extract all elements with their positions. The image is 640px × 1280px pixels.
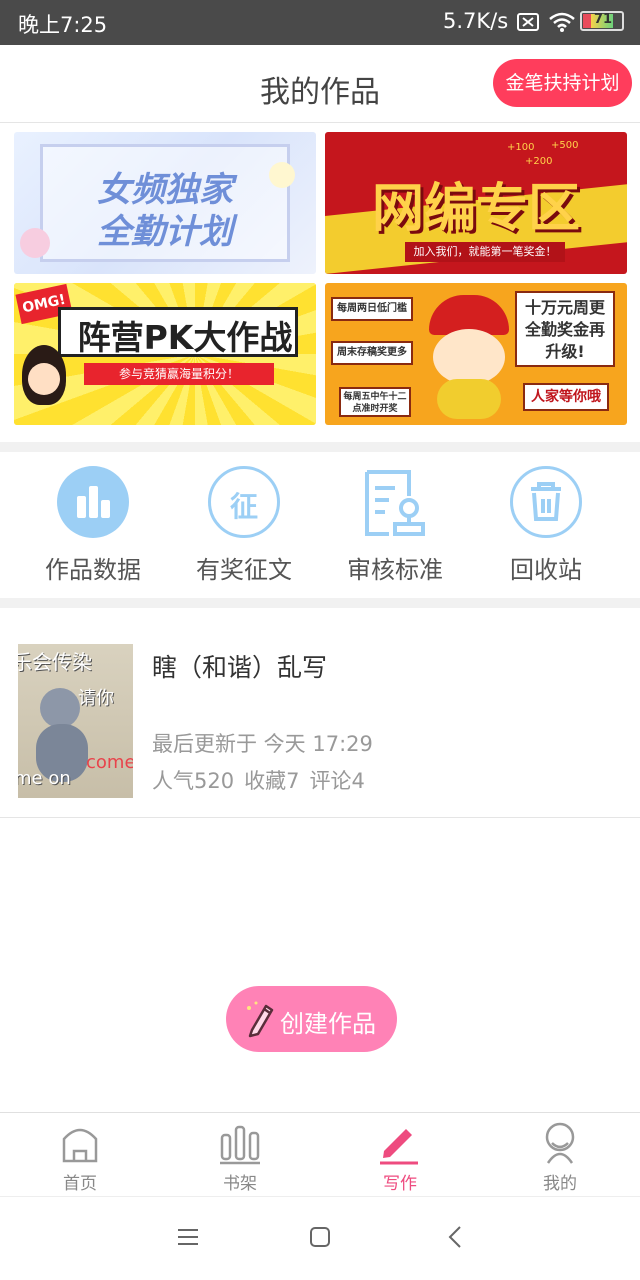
gold-pen-plan-button[interactable]: 金笔扶持计划	[493, 59, 632, 107]
favorites-count: 收藏7	[244, 769, 300, 793]
bonus-badge: +200	[525, 156, 553, 167]
bookshelf-icon	[220, 1125, 260, 1165]
home-icon	[62, 1128, 98, 1163]
banner-label: 周末存稿奖更多	[331, 341, 413, 365]
flower-decoration	[269, 162, 295, 188]
banner-footer: 人家等你哦	[523, 383, 609, 411]
bonus-badge: +100	[507, 142, 535, 153]
contest-icon: 征	[208, 466, 280, 538]
tab-bookshelf[interactable]: 书架	[160, 1113, 320, 1197]
wifi-icon	[549, 12, 575, 32]
work-title[interactable]: 瞎（和谐）乱写	[152, 648, 327, 684]
banner-headline: 十万元周更全勤奖金再升级!	[515, 291, 615, 367]
create-work-label: 创建作品	[280, 1010, 376, 1038]
menu-icon[interactable]	[176, 1225, 200, 1249]
feature-grid: 作品数据 征 有奖征文 审核标准 回收站	[0, 452, 640, 598]
network-speed: 5.7K/s	[443, 9, 509, 33]
sim-off-icon	[517, 13, 539, 31]
camp-pk-banner[interactable]: OMG! 阵营PK大作战 参与竞猜赢海量积分！	[14, 283, 316, 425]
feature-label: 作品数据	[45, 556, 141, 584]
cat-head	[40, 688, 80, 728]
feature-label: 有奖征文	[196, 556, 292, 584]
work-cover-image[interactable]: 乐会传染 请你 come me on	[18, 644, 133, 798]
female-exclusive-banner[interactable]: 女频独家 全勤计划	[14, 132, 316, 274]
banner-label: 每周五中午十二点准时开奖	[339, 387, 411, 417]
status-bar: 晚上7:25 5.7K/s 71	[0, 0, 640, 45]
tab-home[interactable]: 首页	[0, 1113, 160, 1197]
pencil-icon	[247, 1001, 274, 1038]
emperor-robe	[437, 379, 501, 419]
feature-review-standard[interactable]: 审核标准	[320, 466, 470, 585]
feature-label: 回收站	[510, 556, 582, 584]
profile-icon	[545, 1122, 575, 1164]
weekly-bonus-banner[interactable]: 每周两日低门槛 周末存稿奖更多 每周五中午十二点准时开奖 十万元周更全勤奖金再升…	[325, 283, 627, 425]
create-work-button[interactable]: 创建作品	[226, 986, 397, 1052]
feature-contest[interactable]: 征 有奖征文	[169, 466, 319, 585]
emperor-face	[433, 329, 505, 385]
popularity-count: 人气520	[152, 769, 235, 793]
status-time: 晚上7:25	[18, 13, 108, 37]
banner-grid: 女频独家 全勤计划 网编专区 加入我们，就能第一笔奖金！ +100 +500 +…	[0, 124, 640, 442]
work-list-item[interactable]: 乐会传染 请你 come me on 瞎（和谐）乱写 最后更新于 今天 17:2…	[0, 608, 640, 818]
tab-label: 书架	[223, 1174, 257, 1194]
tab-write[interactable]: 写作	[320, 1113, 480, 1197]
tab-label: 首页	[63, 1174, 97, 1194]
web-editor-zone-banner[interactable]: 网编专区 加入我们，就能第一笔奖金！ +100 +500 +200	[325, 132, 627, 274]
tab-label: 我的	[543, 1174, 577, 1194]
section-divider	[0, 598, 640, 608]
review-standard-icon	[359, 466, 431, 538]
banner-label: 每周两日低门槛	[331, 297, 413, 321]
section-divider	[0, 442, 640, 452]
cover-caption: 请你	[78, 688, 114, 709]
banner-subline: 加入我们，就能第一笔奖金！	[405, 242, 565, 262]
battery-icon: 71	[580, 11, 624, 31]
home-button-icon[interactable]	[308, 1225, 332, 1249]
banner-headline: 阵营PK大作战	[77, 318, 293, 357]
bottom-nav: 首页 书架 写作 我的	[0, 1112, 640, 1196]
feature-recycle-bin[interactable]: 回收站	[471, 466, 621, 585]
tab-label: 写作	[383, 1174, 417, 1194]
banner-headline: 网编专区	[371, 179, 580, 239]
pen-icon	[380, 1129, 418, 1165]
banner-subline: 参与竞猜赢海量积分！	[84, 363, 274, 385]
header: 我的作品 金笔扶持计划	[0, 45, 640, 123]
bonus-badge: +500	[551, 140, 579, 151]
battery-level: 71	[594, 12, 613, 27]
cover-caption: me on	[18, 768, 71, 789]
cover-caption: 乐会传染	[18, 650, 92, 674]
trash-icon	[510, 466, 582, 538]
cover-caption: come	[86, 752, 133, 773]
flower-decoration	[20, 228, 50, 258]
character-face	[28, 363, 60, 395]
feature-works-data[interactable]: 作品数据	[18, 466, 168, 585]
system-nav-bar	[0, 1196, 640, 1280]
bar-chart-icon	[57, 466, 129, 538]
work-updated-time: 最后更新于 今天 17:29	[152, 732, 373, 756]
tab-profile[interactable]: 我的	[480, 1113, 640, 1197]
banner-line2: 全勤计划	[97, 212, 233, 252]
work-stats: 人气520 收藏7 评论4	[152, 765, 375, 795]
feature-label: 审核标准	[347, 556, 443, 584]
back-icon[interactable]	[444, 1225, 468, 1249]
comments-count: 评论4	[309, 769, 365, 793]
